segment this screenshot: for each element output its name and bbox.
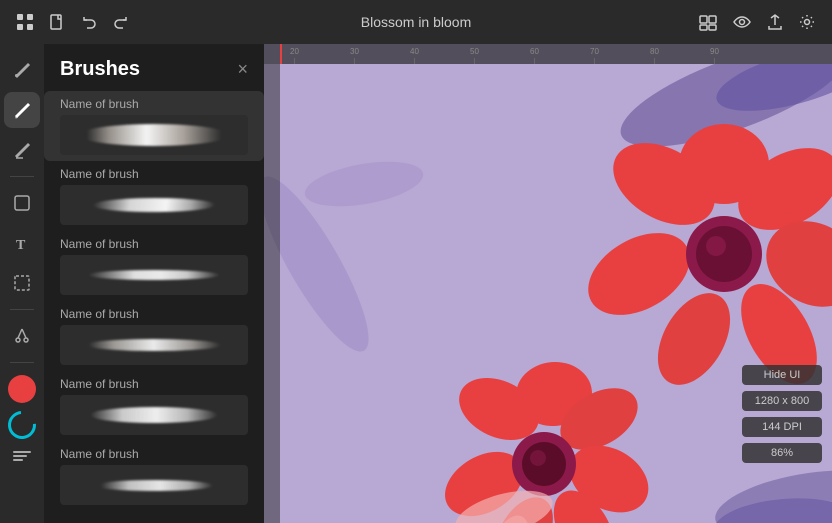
ruler-mark: 60 — [534, 58, 535, 64]
selection-tool[interactable] — [4, 185, 40, 221]
brush-stroke-visual — [92, 198, 216, 212]
brush-list: Name of brush Name of brush Name of brus… — [44, 91, 264, 523]
top-bar-right — [698, 13, 816, 31]
smudge-tool[interactable] — [4, 92, 40, 128]
bars-icon[interactable] — [13, 451, 31, 461]
undo-icon[interactable] — [80, 13, 98, 31]
canvas-area[interactable]: 20 30 40 50 60 70 — [264, 44, 832, 523]
brush-preview — [60, 255, 248, 295]
toolbar-separator-2 — [10, 309, 34, 310]
ruler-mark: 30 — [354, 58, 355, 64]
brush-item[interactable]: Name of brush — [44, 301, 264, 371]
ruler-mark: 20 — [294, 58, 295, 64]
cut-tool[interactable] — [4, 318, 40, 354]
brush-item[interactable]: Name of brush — [44, 91, 264, 161]
hide-ui-button[interactable]: Hide UI — [742, 365, 822, 385]
brush-stroke-visual — [86, 339, 222, 351]
resolution-info: 1280 x 800 — [742, 391, 822, 411]
brush-item-name: Name of brush — [60, 307, 248, 321]
brush-stroke-visual — [79, 124, 229, 146]
export-icon[interactable] — [766, 13, 784, 31]
brush-item-name: Name of brush — [60, 167, 248, 181]
zoom-info: 86% — [742, 443, 822, 463]
settings-icon[interactable] — [798, 13, 816, 31]
ruler-indicator — [280, 44, 282, 64]
eye-icon[interactable] — [732, 13, 752, 31]
dpi-info: 144 DPI — [742, 417, 822, 437]
top-bar: Blossom in bloom — [0, 0, 832, 44]
ruler-mark: 50 — [474, 58, 475, 64]
color-swatch[interactable] — [8, 375, 36, 403]
brush-item[interactable]: Name of brush — [44, 161, 264, 231]
brush-item[interactable]: Name of brush — [44, 441, 264, 511]
selection-rect-tool[interactable] — [4, 265, 40, 301]
brush-item-name: Name of brush — [60, 377, 248, 391]
brush-stroke-visual — [90, 407, 218, 423]
brush-item-name: Name of brush — [60, 447, 248, 461]
brush-preview — [60, 185, 248, 225]
file-icon[interactable] — [48, 13, 66, 31]
app-title: Blossom in bloom — [361, 14, 472, 30]
brush-item[interactable]: Name of brush — [44, 231, 264, 301]
brush-preview — [60, 325, 248, 365]
ruler-mark: 90 — [714, 58, 715, 64]
brush-panel-header: Brushes × — [44, 44, 264, 91]
brush-preview — [60, 395, 248, 435]
erase-tool[interactable] — [4, 132, 40, 168]
ruler-vertical — [264, 64, 280, 523]
brush-item[interactable]: Name of brush — [44, 371, 264, 441]
loading-indicator — [3, 406, 42, 445]
brush-panel-title: Brushes — [60, 58, 140, 81]
gallery-icon[interactable] — [698, 13, 718, 31]
main-content: T Brushes × — [0, 44, 832, 523]
ruler-mark: 80 — [654, 58, 655, 64]
info-panel: Hide UI 1280 x 800 144 DPI 86% — [742, 365, 822, 463]
redo-icon[interactable] — [112, 13, 130, 31]
brush-panel: Brushes × Name of brush Name of brush Na… — [44, 44, 264, 523]
brush-item-name: Name of brush — [60, 97, 248, 111]
left-toolbar: T — [0, 44, 44, 523]
ruler-mark: 70 — [594, 58, 595, 64]
ruler-mark: 40 — [414, 58, 415, 64]
svg-text:T: T — [16, 238, 26, 252]
toolbar-separator-3 — [10, 362, 34, 363]
toolbar-separator-1 — [10, 176, 34, 177]
close-brush-panel-button[interactable]: × — [237, 59, 248, 80]
brush-tool[interactable] — [4, 52, 40, 88]
brush-preview — [60, 465, 248, 505]
top-bar-left — [16, 13, 130, 31]
brush-stroke-visual — [88, 270, 220, 280]
text-tool[interactable]: T — [4, 225, 40, 261]
brush-preview — [60, 115, 248, 155]
brush-stroke-visual — [95, 480, 212, 491]
brush-item-name: Name of brush — [60, 237, 248, 251]
grid-icon[interactable] — [16, 13, 34, 31]
ruler-horizontal: 20 30 40 50 60 70 — [264, 44, 832, 64]
